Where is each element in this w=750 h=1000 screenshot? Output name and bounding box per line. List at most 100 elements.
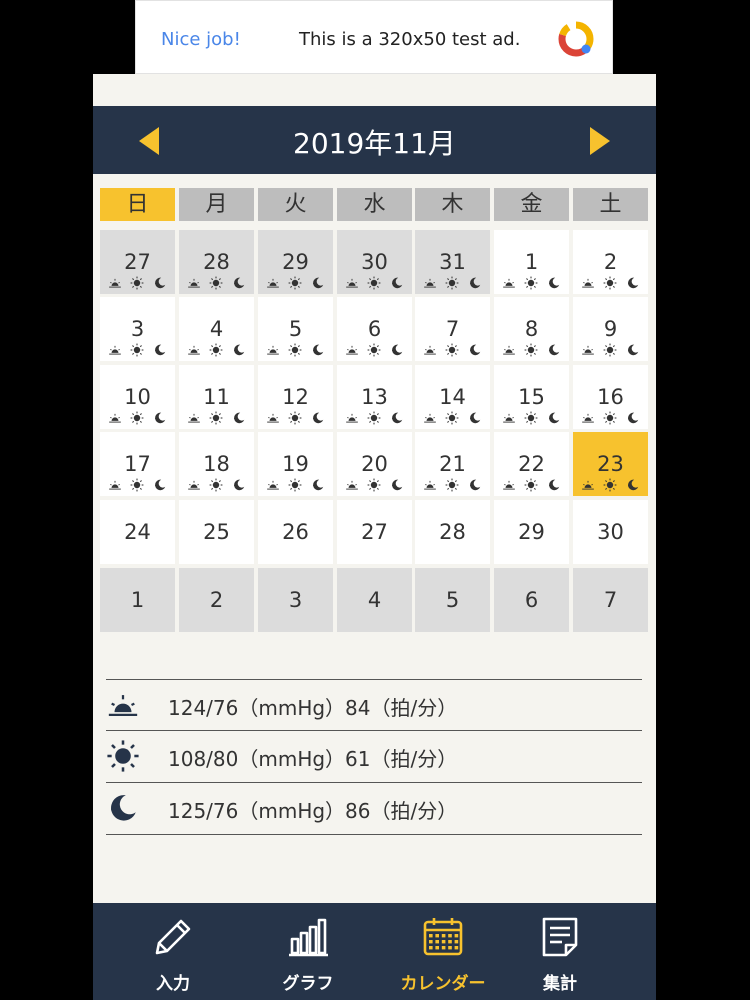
calendar-day[interactable]: 8 — [494, 297, 569, 361]
sun-icon — [524, 276, 538, 290]
sunrise-icon — [346, 413, 358, 423]
sunrise-icon — [108, 695, 138, 717]
reading-indicators — [258, 343, 333, 357]
calendar-day[interactable]: 1 — [494, 230, 569, 294]
reading-indicators — [494, 276, 569, 290]
sun-icon — [603, 411, 617, 425]
day-number: 26 — [282, 520, 309, 544]
calendar-day[interactable]: 24 — [100, 500, 175, 564]
calendar-day[interactable]: 7 — [573, 568, 648, 632]
calendar-icon — [423, 918, 463, 956]
triangle-right-icon[interactable] — [590, 127, 610, 155]
nav-item-label: グラフ — [282, 974, 334, 994]
divider — [106, 730, 642, 731]
nav-item-calendar[interactable]: カレンダー — [375, 903, 511, 1000]
calendar-day[interactable]: 19 — [258, 432, 333, 496]
calendar-day[interactable]: 10 — [100, 365, 175, 429]
sun-icon — [107, 740, 139, 772]
calendar-day[interactable]: 20 — [337, 432, 412, 496]
day-number: 25 — [203, 520, 230, 544]
reading-indicators — [100, 411, 175, 425]
calendar-day[interactable]: 30 — [573, 500, 648, 564]
calendar-day[interactable]: 26 — [258, 500, 333, 564]
sun-icon — [209, 411, 223, 425]
test-ad-banner[interactable]: Nice job! This is a 320x50 test ad. — [135, 0, 613, 74]
sun-icon — [445, 343, 459, 357]
calendar-day[interactable]: 16 — [573, 365, 648, 429]
calendar-day-selected[interactable]: 23 — [573, 432, 648, 496]
calendar-day[interactable]: 18 — [179, 432, 254, 496]
sunrise-icon — [109, 345, 121, 355]
calendar-day[interactable]: 15 — [494, 365, 569, 429]
day-number: 29 — [282, 250, 309, 274]
calendar-day[interactable]: 2 — [179, 568, 254, 632]
calendar-day[interactable]: 31 — [415, 230, 490, 294]
calendar-day[interactable]: 27 — [100, 230, 175, 294]
calendar-day[interactable]: 30 — [337, 230, 412, 294]
sun-icon — [524, 343, 538, 357]
sun-icon — [367, 411, 381, 425]
reading-indicators — [494, 411, 569, 425]
calendar-day[interactable]: 5 — [258, 297, 333, 361]
calendar-day[interactable]: 5 — [415, 568, 490, 632]
sun-icon — [130, 478, 144, 492]
calendar-day[interactable]: 9 — [573, 297, 648, 361]
calendar-day[interactable]: 4 — [337, 568, 412, 632]
calendar-day[interactable]: 6 — [494, 568, 569, 632]
day-number: 27 — [124, 250, 151, 274]
calendar-day[interactable]: 14 — [415, 365, 490, 429]
calendar-day[interactable]: 21 — [415, 432, 490, 496]
document-icon — [542, 917, 578, 957]
calendar-day[interactable]: 6 — [337, 297, 412, 361]
weekday-label: 水 — [337, 188, 412, 221]
sun-icon — [367, 276, 381, 290]
calendar-day[interactable]: 11 — [179, 365, 254, 429]
moon-icon — [155, 479, 166, 491]
day-number: 6 — [367, 317, 382, 341]
calendar-day[interactable]: 7 — [415, 297, 490, 361]
calendar-day[interactable]: 17 — [100, 432, 175, 496]
sunrise-icon — [188, 480, 200, 490]
sunrise-icon — [346, 480, 358, 490]
calendar-day[interactable]: 4 — [179, 297, 254, 361]
sunrise-icon — [267, 480, 279, 490]
sunrise-icon — [346, 278, 358, 288]
calendar-day[interactable]: 28 — [415, 500, 490, 564]
calendar-day[interactable]: 3 — [100, 297, 175, 361]
calendar-day[interactable]: 27 — [337, 500, 412, 564]
reading-indicators — [415, 411, 490, 425]
calendar-day[interactable]: 25 — [179, 500, 254, 564]
calendar-day[interactable]: 3 — [258, 568, 333, 632]
calendar-day[interactable]: 12 — [258, 365, 333, 429]
day-number: 20 — [361, 452, 388, 476]
nav-item-graph[interactable]: グラフ — [253, 903, 363, 1000]
weekday-label: 金 — [494, 188, 569, 221]
nav-item-input[interactable]: 入力 — [123, 903, 223, 1000]
calendar-day[interactable]: 28 — [179, 230, 254, 294]
calendar-day[interactable]: 29 — [494, 500, 569, 564]
calendar-day[interactable]: 29 — [258, 230, 333, 294]
sun-icon — [603, 478, 617, 492]
reading-indicators — [258, 478, 333, 492]
moon-icon — [392, 479, 403, 491]
moon-icon — [549, 344, 560, 356]
moon-icon — [234, 412, 245, 424]
day-number: 7 — [603, 588, 618, 612]
moon-icon — [549, 277, 560, 289]
calendar-day[interactable]: 1 — [100, 568, 175, 632]
sunrise-icon — [503, 278, 515, 288]
calendar-day[interactable]: 22 — [494, 432, 569, 496]
day-number: 27 — [361, 520, 388, 544]
weekday-label: 日 — [100, 188, 175, 221]
calendar-day[interactable]: 13 — [337, 365, 412, 429]
reading-indicators — [337, 478, 412, 492]
reading-indicators — [337, 343, 412, 357]
nav-item-summary[interactable]: 集計 — [505, 903, 615, 1000]
day-number: 4 — [367, 588, 382, 612]
moon-icon — [234, 277, 245, 289]
sunrise-icon — [582, 345, 594, 355]
day-number: 24 — [124, 520, 151, 544]
reading-summary: 125/76（mmHg）86（拍/分） — [168, 799, 458, 823]
calendar-day[interactable]: 2 — [573, 230, 648, 294]
sunrise-icon — [267, 413, 279, 423]
